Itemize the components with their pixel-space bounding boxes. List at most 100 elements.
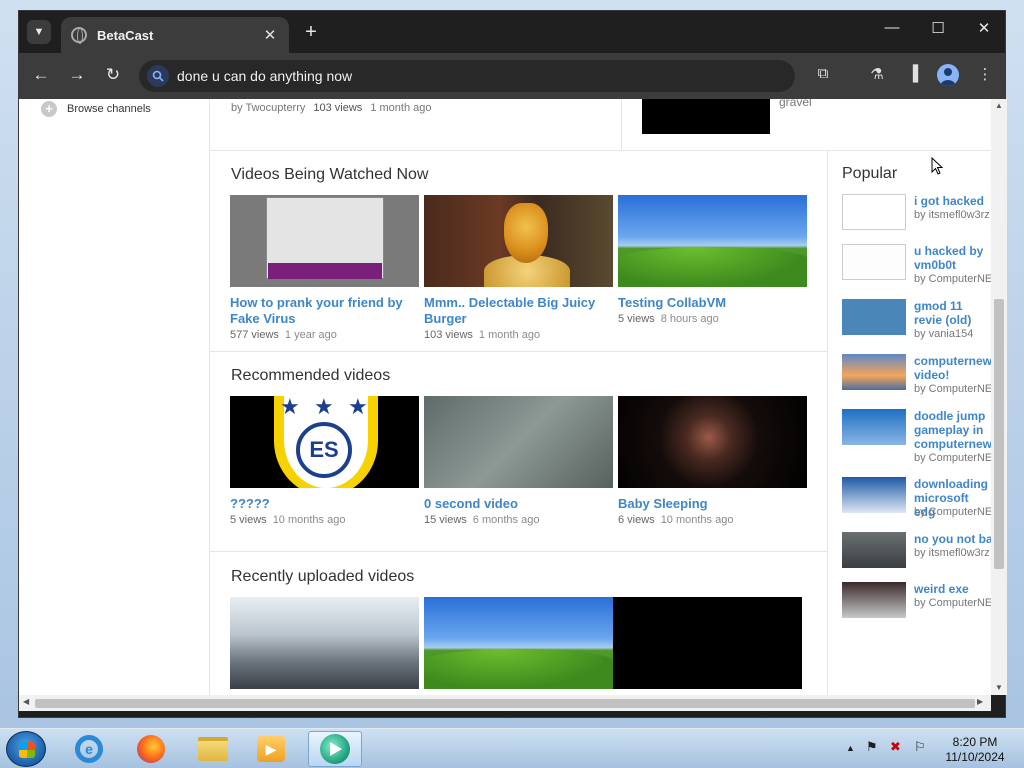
tab-close-icon[interactable]: ✕ (261, 26, 279, 44)
partial-video-meta: by Twocupterry 103 views 1 month ago (231, 102, 431, 114)
video-title[interactable]: How to prank your friend by Fake Virus (230, 295, 419, 327)
popular-item-title[interactable]: u hacked by vm0b0t (914, 244, 991, 272)
video-thumbnail[interactable]: ★ ★ ★ ES (230, 396, 419, 488)
video-thumbnail[interactable] (842, 354, 906, 390)
video-thumbnail[interactable] (842, 477, 906, 513)
labs-flask-icon[interactable]: ⚗ (865, 65, 889, 87)
video-thumbnail[interactable] (842, 244, 906, 280)
taskbar-firefox[interactable] (124, 731, 178, 767)
tab-search-button[interactable]: ▼ (27, 20, 51, 44)
minimize-button[interactable]: — (877, 19, 907, 36)
scroll-up-arrow-icon[interactable]: ▲ (991, 101, 1007, 110)
video-thumbnail[interactable] (618, 396, 807, 488)
section-title: Recommended videos (231, 367, 391, 384)
new-tab-button[interactable]: + (299, 21, 323, 45)
popular-item-title[interactable]: no you not ba (914, 532, 991, 546)
video-card[interactable]: Testing CollabVM 5 views 8 hours ago (618, 195, 807, 325)
video-title[interactable]: Baby Sleeping (618, 496, 807, 512)
video-thumbnail[interactable] (842, 299, 906, 335)
action-center-icon[interactable]: ⚑ (866, 739, 878, 755)
popular-title: Popular (842, 165, 898, 182)
maximize-button[interactable]: ☐ (923, 19, 953, 37)
popular-item-title[interactable]: i got hacked (914, 194, 984, 208)
side-panel-icon[interactable]: ▐ (901, 65, 925, 87)
forward-button[interactable]: → (65, 65, 89, 85)
popular-item-title[interactable]: weird exe (914, 582, 969, 596)
start-button[interactable] (6, 731, 46, 767)
video-thumbnail[interactable] (230, 195, 419, 287)
back-button[interactable]: ← (29, 65, 53, 85)
video-thumbnail[interactable] (642, 99, 770, 134)
taskbar-media-player[interactable]: ▶ (244, 731, 298, 767)
scroll-right-arrow-icon[interactable]: ▶ (977, 697, 983, 706)
scrollbar-thumb[interactable] (35, 699, 975, 708)
video-title[interactable]: ????? (230, 496, 419, 512)
window-close-button[interactable]: ✕ (969, 19, 999, 37)
chevron-down-icon: ▼ (33, 26, 45, 38)
video-card[interactable] (613, 597, 802, 689)
video-views: 6 views (618, 514, 655, 526)
horizontal-scrollbar[interactable]: ◀ ▶ (19, 695, 991, 711)
video-title[interactable]: gravel (779, 99, 812, 109)
video-views: 15 views (424, 514, 467, 526)
video-age: 1 month ago (370, 102, 432, 114)
video-thumbnail[interactable] (842, 194, 906, 230)
video-card[interactable]: ★ ★ ★ ES ????? 5 views 10 months ago (230, 396, 419, 526)
extensions-icon[interactable]: ⧉ (811, 65, 835, 87)
address-bar[interactable] (139, 60, 795, 92)
video-card[interactable]: How to prank your friend by Fake Virus 5… (230, 195, 419, 341)
taskbar: e ▶ ▲ ⚑ ✖ ⚐ 8:20 PM 11/10/2024 (0, 728, 1024, 768)
taskbar-explorer[interactable] (186, 731, 240, 767)
tab-title: BetaCast (97, 27, 154, 43)
system-clock[interactable]: 8:20 PM 11/10/2024 (940, 735, 1010, 765)
video-thumbnail[interactable] (613, 597, 802, 689)
section-watched-now: Videos Being Watched Now How to prank yo… (210, 151, 828, 352)
browser-toolbar: ← → ↻ ⧉ ⚗ ▐ ⋮ (19, 53, 1005, 99)
globe-icon (71, 27, 87, 44)
scroll-down-arrow-icon[interactable]: ▼ (991, 683, 1007, 692)
popular-item-author: by vania154 (914, 328, 974, 340)
popular-item-title[interactable]: gmod 11 revie (old) (914, 299, 991, 327)
internet-explorer-icon: e (75, 735, 103, 763)
video-age: 10 months ago (660, 514, 734, 526)
scroll-left-arrow-icon[interactable]: ◀ (23, 697, 29, 706)
volume-muted-icon[interactable]: ✖ (890, 739, 901, 755)
scrollbar-thumb[interactable] (994, 299, 1004, 569)
tab-betacast[interactable]: BetaCast ✕ (61, 17, 289, 53)
taskbar-internet-explorer[interactable]: e (62, 731, 116, 767)
popular-item-author: by itsmefl0w3rz (914, 209, 990, 221)
video-thumbnail[interactable] (424, 597, 613, 689)
network-flag-icon[interactable]: ⚐ (914, 739, 926, 755)
search-icon (147, 65, 169, 87)
video-thumbnail[interactable] (230, 597, 419, 689)
video-thumbnail[interactable] (424, 195, 613, 287)
left-nav: + Browse channels (19, 99, 209, 695)
video-age: 6 months ago (472, 514, 540, 526)
video-author[interactable]: by Twocupterry (231, 102, 305, 114)
video-card[interactable] (230, 597, 419, 689)
browse-channels-label: Browse channels (67, 103, 151, 115)
reload-button[interactable]: ↻ (101, 65, 125, 85)
vertical-scrollbar[interactable]: ▲ ▼ (991, 99, 1007, 695)
video-thumbnail[interactable] (424, 396, 613, 488)
video-thumbnail[interactable] (842, 582, 906, 618)
video-thumbnail[interactable] (618, 195, 807, 287)
taskbar-browser[interactable] (308, 731, 362, 767)
video-title[interactable]: 0 second video (424, 496, 613, 512)
browse-channels-link[interactable]: + Browse channels (41, 101, 151, 117)
section-title: Recently uploaded videos (231, 568, 415, 585)
video-card[interactable]: Mmm.. Delectable Big Juicy Burger 103 vi… (424, 195, 613, 341)
video-title[interactable]: Mmm.. Delectable Big Juicy Burger (424, 295, 613, 327)
popular-item-title[interactable]: computernew video! (914, 354, 991, 382)
video-title[interactable]: Testing CollabVM (618, 295, 807, 311)
menu-kebab-icon[interactable]: ⋮ (973, 65, 997, 87)
profile-avatar-icon[interactable] (937, 64, 959, 86)
video-card[interactable]: Baby Sleeping 6 views 10 months ago (618, 396, 807, 526)
show-hidden-icons-button[interactable]: ▲ (846, 743, 855, 753)
video-thumbnail[interactable] (842, 532, 906, 568)
video-card[interactable] (424, 597, 613, 689)
popular-item-title[interactable]: doodle jump gameplay in computernew (914, 409, 991, 451)
address-input[interactable] (177, 68, 737, 84)
video-card[interactable]: 0 second video 15 views 6 months ago (424, 396, 613, 526)
video-thumbnail[interactable] (842, 409, 906, 445)
